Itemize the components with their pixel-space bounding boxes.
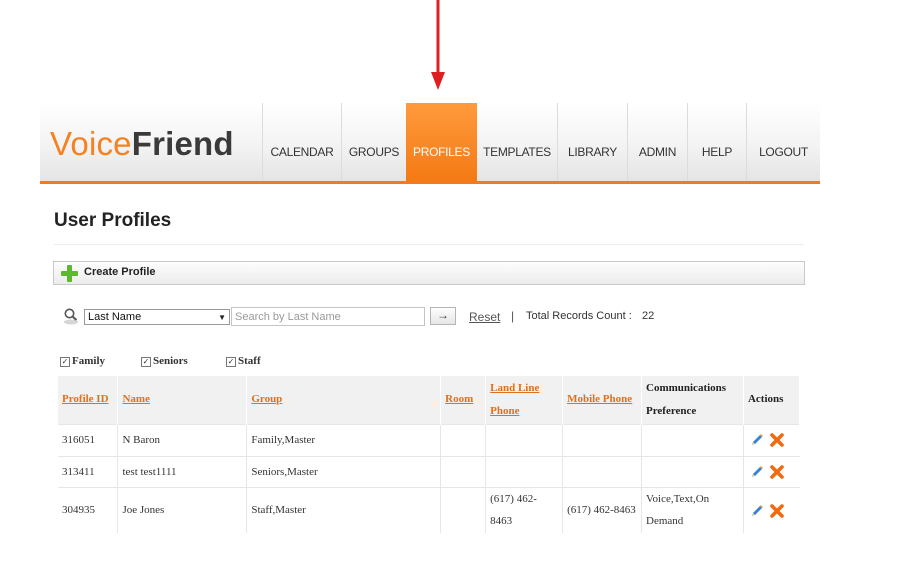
header-accent-line <box>40 181 820 184</box>
cell-land-line: (617) 462-8463 <box>485 486 564 533</box>
header-name[interactable]: Name <box>117 376 248 424</box>
header-group[interactable]: Group <box>246 376 442 424</box>
cell-actions <box>743 423 800 456</box>
nav-library-label: LIBRARY <box>567 145 618 159</box>
cell-room <box>440 486 487 533</box>
cell-comm-pref: Voice,Text,On Demand <box>641 486 744 533</box>
profiles-table: Profile ID Name Group Room Land Line Pho… <box>58 376 801 533</box>
filter-family[interactable]: ✓ Family <box>60 355 105 367</box>
cell-profile-id: 313411 <box>58 455 119 487</box>
search-field-selected: Last Name <box>88 311 142 323</box>
table-row: 304935 Joe Jones Staff,Master (617) 462-… <box>58 486 800 533</box>
cell-room <box>440 455 487 487</box>
chevron-down-icon: ▼ <box>218 313 226 322</box>
nav-calendar[interactable]: CALENDAR <box>262 103 342 181</box>
cell-comm-pref <box>641 455 744 487</box>
cell-mobile: (617) 462-8463 <box>562 486 642 533</box>
checkbox-icon[interactable]: ✓ <box>226 357 236 367</box>
total-records-count: 22 <box>642 310 655 322</box>
nav-admin[interactable]: ADMIN <box>628 103 688 181</box>
nav-groups[interactable]: GROUPS <box>342 103 407 181</box>
filter-family-label: Family <box>72 355 105 367</box>
filter-seniors[interactable]: ✓ Seniors <box>141 355 188 367</box>
reset-link[interactable]: Reset <box>469 310 500 324</box>
cell-profile-id: 304935 <box>58 486 119 533</box>
nav-logout[interactable]: LOGOUT <box>747 103 820 181</box>
filter-seniors-label: Seniors <box>153 355 188 367</box>
x-icon[interactable] <box>770 465 784 479</box>
cell-group: Staff,Master <box>246 486 442 533</box>
page-title: User Profiles <box>54 210 172 231</box>
create-profile-label: Create Profile <box>84 266 156 278</box>
filter-staff[interactable]: ✓ Staff <box>226 355 261 367</box>
title-divider <box>54 244 804 245</box>
pencil-icon[interactable] <box>750 433 764 447</box>
header-actions: Actions <box>743 376 801 424</box>
nav-groups-label: GROUPS <box>348 145 400 159</box>
table-row: 316051 N Baron Family,Master <box>58 423 800 456</box>
nav-calendar-label: CALENDAR <box>270 145 334 159</box>
pencil-icon[interactable] <box>750 465 764 479</box>
checkbox-icon[interactable]: ✓ <box>141 357 151 367</box>
cell-name: test test1111 <box>117 455 248 487</box>
nav-help-label: HELP <box>701 145 733 159</box>
header-room[interactable]: Room <box>440 376 487 424</box>
header-communications-preference: Communications Preference <box>641 376 744 424</box>
nav-templates[interactable]: TEMPLATES <box>477 103 558 181</box>
header-land-line-phone[interactable]: Land Line Phone <box>485 376 564 424</box>
search-field-select[interactable]: Last Name ▼ <box>84 309 230 325</box>
create-profile-button[interactable]: Create Profile <box>53 261 805 285</box>
separator: | <box>511 309 515 323</box>
pencil-icon[interactable] <box>750 504 764 518</box>
cell-comm-pref <box>641 423 744 456</box>
cell-mobile <box>562 455 642 487</box>
nav-logout-label: LOGOUT <box>759 145 808 159</box>
table-header-row: Profile ID Name Group Room Land Line Pho… <box>58 376 801 424</box>
total-records-label: Total Records Count : <box>526 310 632 322</box>
logo-friend: Friend <box>131 125 234 162</box>
cell-group: Seniors,Master <box>246 455 442 487</box>
down-arrow-icon <box>431 0 445 90</box>
nav-help[interactable]: HELP <box>688 103 747 181</box>
nav-profiles-label: PROFILES <box>413 145 470 159</box>
cell-land-line <box>485 455 564 487</box>
logo-voice: Voice <box>50 125 132 162</box>
x-icon[interactable] <box>770 433 784 448</box>
table-row: 313411 test test1111 Seniors,Master <box>58 455 800 487</box>
cell-name: N Baron <box>117 423 248 456</box>
voicefriend-logo[interactable]: VoiceFriend <box>50 124 234 164</box>
nav-admin-label: ADMIN <box>638 145 677 159</box>
search-go-button[interactable]: → <box>430 307 456 325</box>
cell-actions <box>743 455 800 487</box>
magnifier-icon[interactable] <box>63 307 79 325</box>
cell-mobile <box>562 423 642 456</box>
cell-land-line <box>485 423 564 456</box>
nav-templates-label: TEMPLATES <box>483 145 551 159</box>
cell-name: Joe Jones <box>117 486 248 533</box>
cell-group: Family,Master <box>246 423 442 456</box>
filter-staff-label: Staff <box>238 355 261 367</box>
x-icon[interactable] <box>770 503 784 518</box>
header-profile-id[interactable]: Profile ID <box>58 376 119 424</box>
cell-profile-id: 316051 <box>58 423 119 456</box>
nav-profiles[interactable]: PROFILES <box>406 103 477 181</box>
nav-library[interactable]: LIBRARY <box>558 103 628 181</box>
search-input[interactable] <box>231 307 425 326</box>
header-mobile-phone[interactable]: Mobile Phone <box>562 376 642 424</box>
checkbox-icon[interactable]: ✓ <box>60 357 70 367</box>
cell-room <box>440 423 487 456</box>
plus-icon <box>61 265 78 282</box>
cell-actions <box>743 486 800 533</box>
